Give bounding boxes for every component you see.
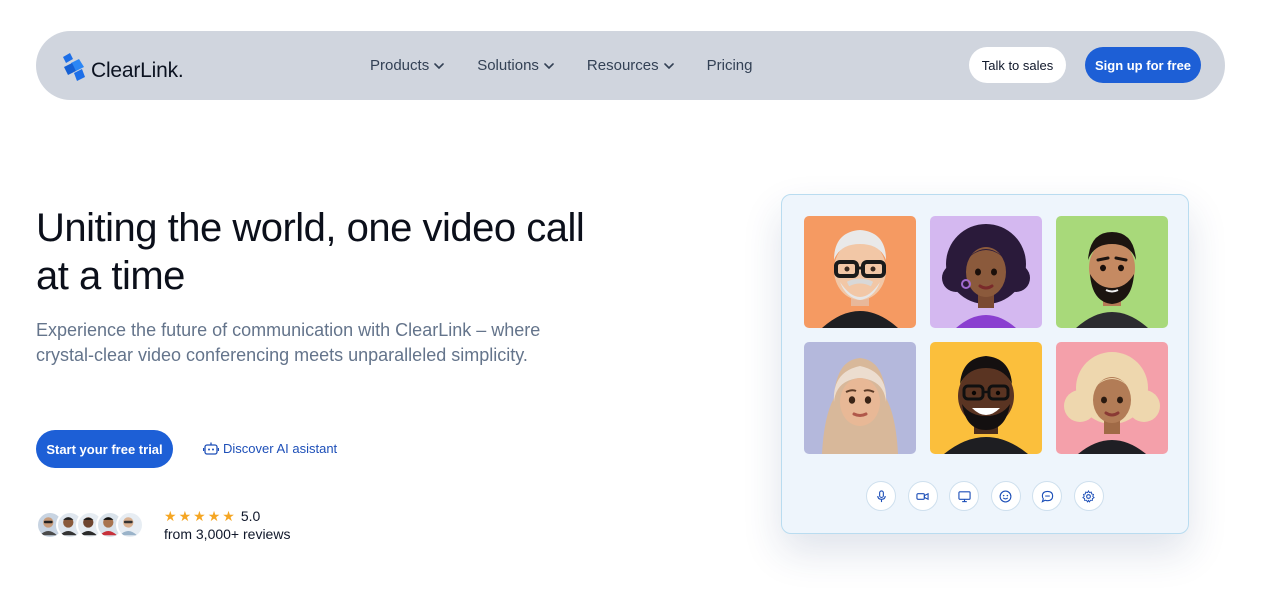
screen-share-button[interactable] [949,481,979,511]
nav-links: Products Solutions Resources Pricing [370,57,785,74]
screen-share-icon [957,490,971,502]
video-call-card [781,194,1189,534]
camera-icon [916,492,929,500]
star-icon: ★ [178,508,192,524]
avatar [116,511,144,539]
emoji-button[interactable] [990,481,1021,511]
discover-ai-label: Discover AI asistant [223,441,338,456]
logo-text: ClearLink. [91,59,184,82]
participant-tile-older-man[interactable] [804,216,916,328]
nav-solutions[interactable]: Solutions [477,57,554,74]
participant-tile-blonde-woman[interactable] [1056,342,1168,454]
chat-button[interactable] [1032,481,1062,511]
start-free-trial-button[interactable]: Start your free trial [36,430,173,468]
emoji-icon [999,490,1012,502]
nav-pricing-label: Pricing [706,57,753,74]
star-icon: ★ [207,508,221,524]
logo[interactable]: ClearLink. [60,51,184,83]
robot-icon [203,442,219,455]
chevron-down-icon [544,62,554,69]
participant-tile-smiling-man[interactable] [930,342,1042,454]
participant-tile-hijab-woman[interactable] [804,342,916,454]
nav-products-label: Products [370,57,430,74]
settings-button[interactable] [1073,481,1104,511]
reviewer-avatars [36,511,144,539]
top-navbar: ClearLink. Products Solutions Resources … [36,31,1225,100]
nav-resources-label: Resources [586,57,659,74]
participant-tile-curly-woman[interactable] [930,216,1042,328]
nav-solutions-label: Solutions [477,57,539,74]
settings-icon [1082,489,1095,503]
rating-stars: ★ ★ ★ ★ ★ 5.0 [164,508,260,524]
hero-title: Uniting the world, one video call at a t… [36,206,585,298]
chat-icon [1040,490,1053,503]
discover-ai-link[interactable]: Discover AI asistant [203,441,337,456]
nav-products[interactable]: Products [370,57,445,74]
star-icon: ★ [193,508,206,524]
clearlink-logo-icon [63,53,85,81]
rating-value: 5.0 [240,508,261,524]
hero-subtitle: Experience the future of communication w… [36,320,541,365]
talk-to-sales-button[interactable]: Talk to sales [969,47,1066,83]
star-icon: ★ [164,508,177,524]
nav-resources[interactable]: Resources [587,57,674,74]
call-controls [866,481,1115,511]
chevron-down-icon [434,62,445,69]
camera-button[interactable] [907,481,938,511]
sign-up-button[interactable]: Sign up for free [1085,47,1201,83]
nav-pricing[interactable]: Pricing [707,57,753,74]
microphone-icon [876,489,886,502]
star-icon: ★ [222,508,235,524]
chevron-down-icon [663,62,674,69]
microphone-button[interactable] [866,481,896,511]
reviews-count: from 3,000+ reviews [164,526,291,542]
participant-tile-bearded-man[interactable] [1056,216,1168,328]
